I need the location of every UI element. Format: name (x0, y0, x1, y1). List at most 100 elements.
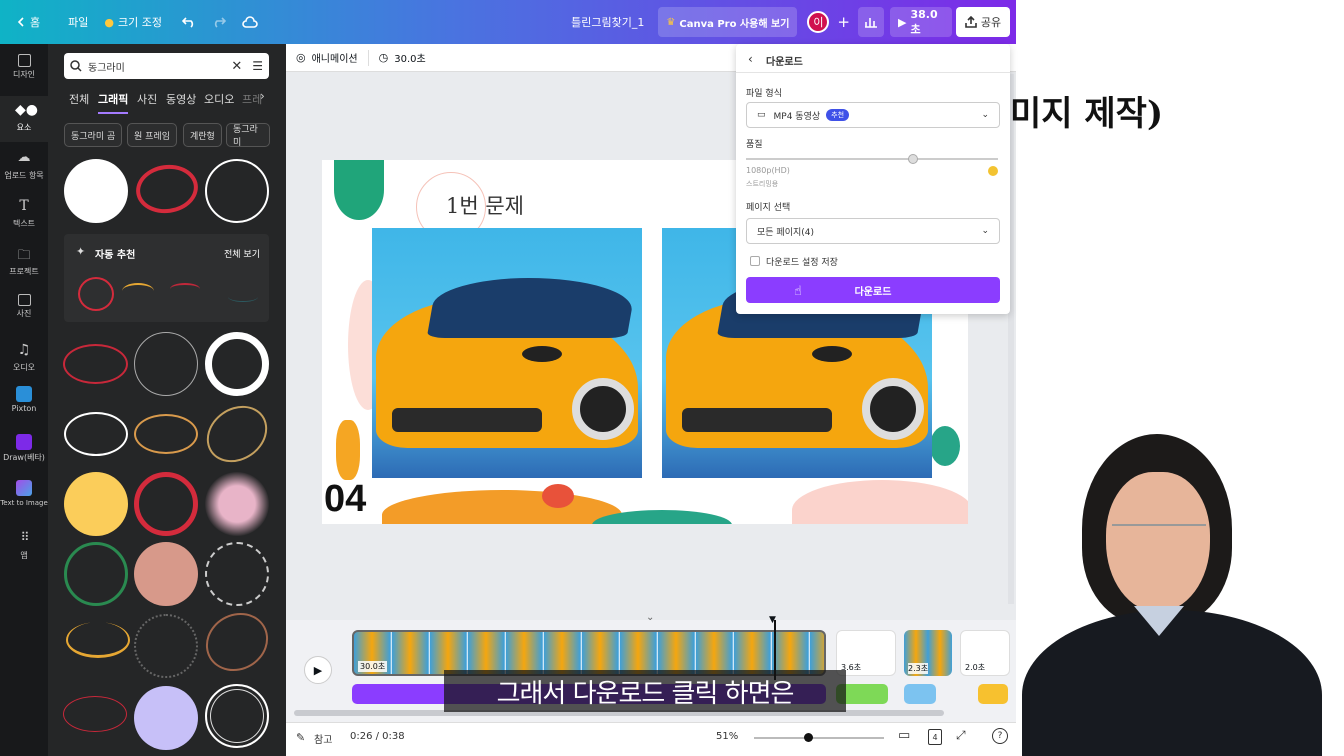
present-button[interactable]: ▶ 38.0초 (890, 7, 952, 37)
zoom-slider-thumb[interactable] (804, 733, 813, 742)
element-salmon-circle[interactable] (134, 542, 198, 606)
rail-item-photos[interactable]: 사진 (0, 294, 48, 334)
tab-audio[interactable]: 오디오 (204, 91, 234, 107)
fullscreen-icon[interactable]: ⤢ (956, 728, 966, 743)
element-thick-white-ring[interactable] (205, 332, 269, 396)
zoom-value[interactable]: 51% (716, 731, 738, 742)
home-button[interactable]: 홈 (8, 7, 48, 37)
pages-count-button[interactable]: 4 (928, 729, 942, 745)
element-thin-ring[interactable] (134, 332, 198, 396)
tab-graphics[interactable]: 그래픽 (98, 91, 129, 114)
slide-number[interactable]: 04 (324, 478, 366, 521)
zoom-slider[interactable] (754, 737, 884, 739)
pink-blob-right (792, 480, 968, 524)
suggest-red-ring[interactable] (78, 277, 114, 311)
rail-item-text-to-image[interactable]: Text to Image (0, 480, 48, 520)
avatar[interactable]: 이 (807, 11, 830, 33)
avatar-initial: 이 (813, 16, 824, 29)
element-white-circle[interactable] (64, 159, 128, 223)
tab-all[interactable]: 전체 (69, 91, 89, 107)
slide-title[interactable]: 1번 문제 (446, 190, 524, 220)
resize-label: 크기 조정 (117, 16, 162, 29)
cloud-save-button[interactable] (234, 7, 266, 37)
chip-circle[interactable]: 동그라미 (226, 123, 270, 147)
help-button[interactable]: ? (992, 728, 1008, 744)
suggest-orange-arc[interactable] (122, 283, 154, 299)
resize-button[interactable]: ● 크기 조정 (96, 7, 170, 37)
element-green-ring[interactable] (64, 542, 128, 606)
see-all-link[interactable]: 전체 보기 (224, 247, 260, 260)
rail-label: 업로드 항목 (4, 171, 44, 180)
element-orange-arc[interactable] (66, 622, 130, 658)
pages-select[interactable]: 모든 페이지(4) ⌄ (746, 218, 1000, 244)
element-dashed-ring[interactable] (205, 542, 269, 606)
undo-button[interactable] (174, 7, 204, 37)
rail-item-design[interactable]: 디자인 (0, 54, 48, 94)
playhead-handle[interactable]: ▼ (769, 615, 776, 625)
element-red-ring[interactable] (134, 472, 198, 536)
insights-button[interactable] (858, 7, 884, 37)
invite-button[interactable]: + (829, 7, 858, 37)
audio-track-yellow[interactable] (978, 684, 1008, 704)
element-yellow-circle[interactable] (64, 472, 128, 536)
suggest-teal-arc[interactable] (228, 292, 258, 302)
rail-item-pixton[interactable]: Pixton (0, 386, 48, 426)
suggest-red-arc[interactable] (170, 283, 200, 295)
rail-item-elements[interactable]: ◆● 요소 (0, 96, 48, 142)
rail-item-text[interactable]: T 텍스트 (0, 198, 48, 238)
rail-item-apps[interactable]: ⠿ 앱 (0, 530, 48, 570)
file-type-select[interactable]: ▭ MP4 동영상 추천 ⌄ (746, 102, 1000, 128)
element-red-oval[interactable] (63, 344, 128, 384)
car-headlight (812, 346, 852, 362)
tab-videos[interactable]: 동영상 (166, 91, 196, 107)
document-title[interactable]: 틀린그림찾기_1 (563, 7, 652, 37)
divider (736, 72, 1010, 73)
filter-icon[interactable]: ☰ (252, 59, 263, 73)
search-input[interactable]: 동그라미 ✕ ☰ (64, 53, 269, 79)
element-lavender-blob[interactable] (134, 686, 198, 750)
audio-track-blue[interactable] (904, 684, 936, 704)
redo-button[interactable] (204, 7, 234, 37)
crown-icon (988, 166, 998, 176)
duration-button[interactable]: 30.0초 (394, 50, 425, 65)
chip-circle-bear[interactable]: 동그라미 곰 (64, 123, 123, 147)
back-arrow-icon[interactable]: ‹ (748, 52, 753, 66)
element-white-oval[interactable] (64, 412, 128, 456)
element-white-ring[interactable] (205, 159, 269, 223)
canva-pro-button[interactable]: ♛ Canva Pro 사용해 보기 (658, 7, 798, 37)
close-icon[interactable]: ✕ (231, 59, 242, 74)
rail-item-uploads[interactable]: ☁ 업로드 항목 (0, 150, 48, 190)
rail-item-draw[interactable]: Draw(베타) (0, 434, 48, 474)
element-white-double-ring[interactable] (205, 684, 269, 748)
rail-item-audio[interactable]: ♫ 오디오 (0, 342, 48, 382)
grid-view-icon[interactable]: ▭ (898, 728, 910, 743)
rail-item-projects[interactable]: 🗀 프로젝트 (0, 246, 48, 286)
element-dotted-ring[interactable] (134, 614, 198, 678)
download-button[interactable]: 다운로드 (746, 277, 1000, 303)
sparkle-icon: ✦ (76, 245, 86, 258)
chip-oval[interactable]: 계란형 (183, 123, 222, 147)
save-settings-checkbox[interactable] (750, 256, 760, 266)
play-button[interactable]: ▶ (304, 656, 332, 684)
chevron-right-icon[interactable]: › (260, 89, 265, 103)
caption-text: 그래서 다운로드 클릭 하면은 (496, 678, 795, 709)
chevron-down-icon[interactable]: ⌄ (646, 612, 654, 623)
animate-button[interactable]: 애니메이션 (312, 50, 358, 65)
top-toolbar: 홈 파일 ● 크기 조정 틀린그림찾기_1 ♛ Canva Pro 사용해 보기… (0, 0, 1016, 44)
chip-circle-frame[interactable]: 원 프레임 (127, 123, 177, 147)
tab-photos[interactable]: 사진 (137, 91, 157, 107)
quality-slider-thumb[interactable] (908, 154, 918, 164)
chevron-left-icon (17, 17, 24, 27)
element-pink-blur-circle[interactable] (205, 472, 269, 536)
quality-label: 품질 (746, 140, 763, 150)
share-button[interactable]: 공유 (956, 7, 1010, 37)
timeline-clip-3[interactable]: 2.3초 (904, 630, 952, 676)
file-menu-button[interactable]: 파일 (60, 7, 96, 37)
element-red-thin-oval[interactable] (63, 696, 127, 732)
quality-slider[interactable] (746, 158, 998, 160)
notes-button[interactable]: 참고 (314, 731, 332, 746)
car-headlight (522, 346, 562, 362)
timeline-clip-4[interactable]: 2.0초 (960, 630, 1010, 676)
element-orange-oval[interactable] (134, 414, 198, 454)
car-image-left[interactable] (372, 228, 642, 478)
